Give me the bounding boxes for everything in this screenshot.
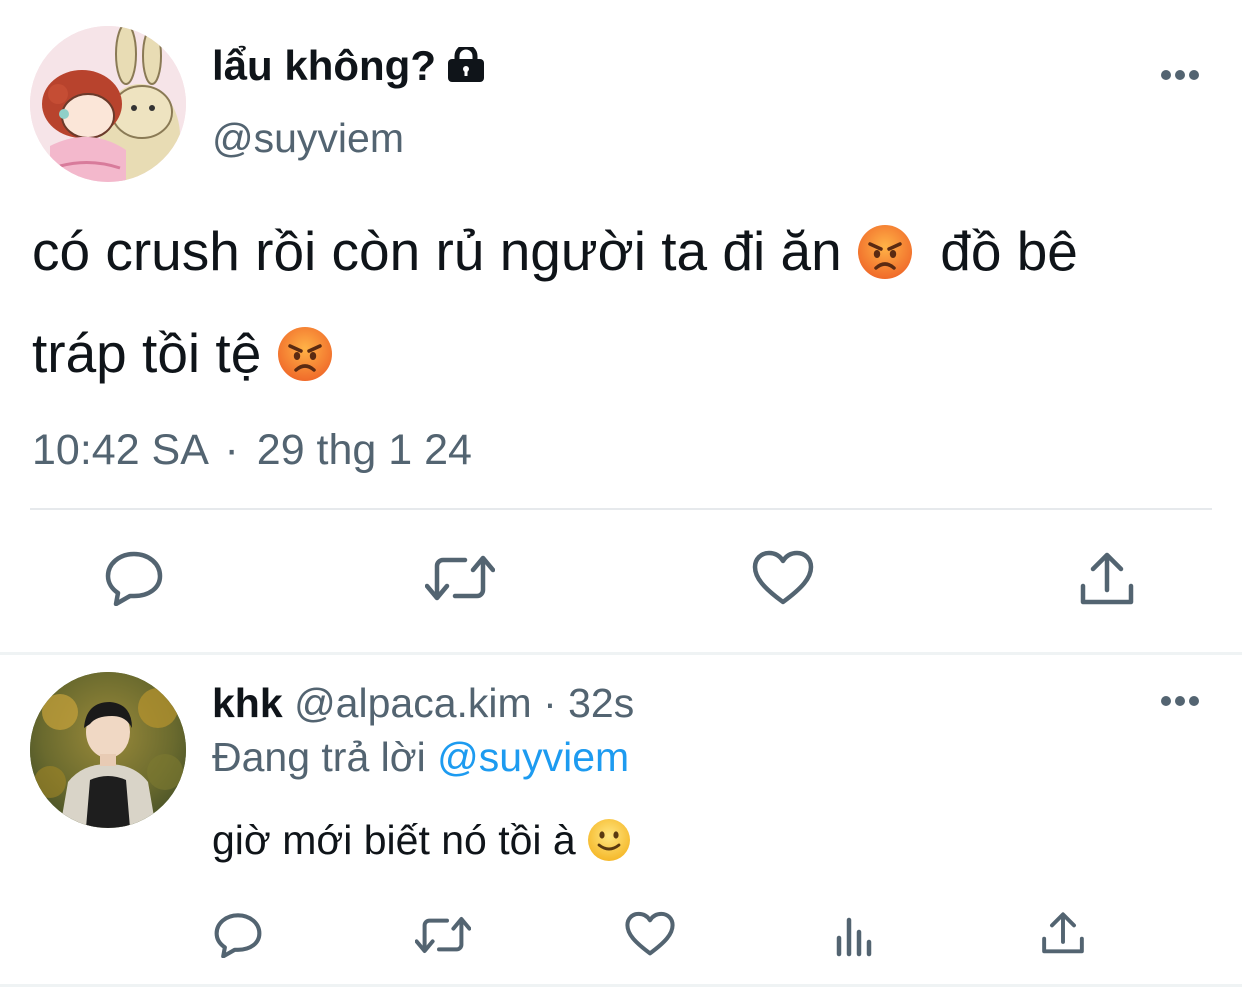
- replying-to-mention[interactable]: @suyviem: [437, 734, 629, 780]
- reply-display-name[interactable]: khk: [212, 680, 283, 726]
- tweet-text: có crush rồi còn rủ người ta đi ăn đồ bê…: [32, 205, 1222, 409]
- main-tweet: lẩu không? @suyviem có crush rồi còn rủ …: [0, 0, 1242, 652]
- divider: [30, 508, 1212, 510]
- tweet-time: 10:42 SA: [32, 426, 207, 474]
- display-name[interactable]: lẩu không?: [212, 38, 486, 97]
- more-options-icon[interactable]: [1160, 68, 1200, 80]
- tweet-text-part2: đồ bê: [940, 220, 1078, 282]
- reply-icon[interactable]: [104, 550, 164, 611]
- lock-icon: [446, 41, 486, 97]
- reply-avatar[interactable]: [30, 672, 186, 828]
- retweet-icon[interactable]: [414, 914, 472, 961]
- replying-to-label: Đang trả lời: [212, 734, 426, 780]
- avatar[interactable]: [30, 26, 186, 182]
- tweet-date: 29 thg 1 24: [256, 426, 472, 474]
- angry-face-emoji: [277, 317, 333, 409]
- tweet-text-part1: có crush rồi còn rủ người ta đi ăn: [32, 220, 842, 282]
- more-options-icon[interactable]: [1160, 694, 1200, 706]
- reply-age[interactable]: 32s: [568, 680, 634, 726]
- reply-icon[interactable]: [213, 912, 263, 963]
- angry-face-emoji: [857, 215, 913, 307]
- replying-to: Đang trả lời @suyviem: [212, 730, 629, 784]
- tweet-text-part3: tráp tồi tệ: [32, 322, 262, 384]
- views-icon[interactable]: [833, 914, 877, 963]
- like-icon[interactable]: [752, 550, 814, 611]
- share-icon[interactable]: [1078, 552, 1136, 613]
- tweet-divider: [0, 652, 1242, 655]
- separator: ·: [543, 680, 557, 726]
- timestamp[interactable]: 10:42 SA · 29 thg 1 24: [32, 422, 472, 478]
- handle[interactable]: @suyviem: [212, 112, 404, 164]
- avatar-illustration: [30, 26, 186, 182]
- like-icon[interactable]: [625, 911, 675, 962]
- slightly-smiling-face-emoji: [587, 818, 631, 876]
- separator: ·: [224, 426, 239, 474]
- retweet-icon[interactable]: [424, 552, 496, 609]
- share-icon[interactable]: [1040, 912, 1086, 961]
- display-name-text: lẩu không?: [212, 42, 436, 89]
- reply-text-content: giờ mới biết nó tồi à: [212, 817, 576, 863]
- reply-header: khk @alpaca.kim · 32s: [212, 676, 634, 730]
- reply-text: giờ mới biết nó tồi à: [212, 812, 631, 876]
- avatar-photo: [30, 672, 186, 828]
- reply-handle[interactable]: @alpaca.kim: [294, 680, 532, 726]
